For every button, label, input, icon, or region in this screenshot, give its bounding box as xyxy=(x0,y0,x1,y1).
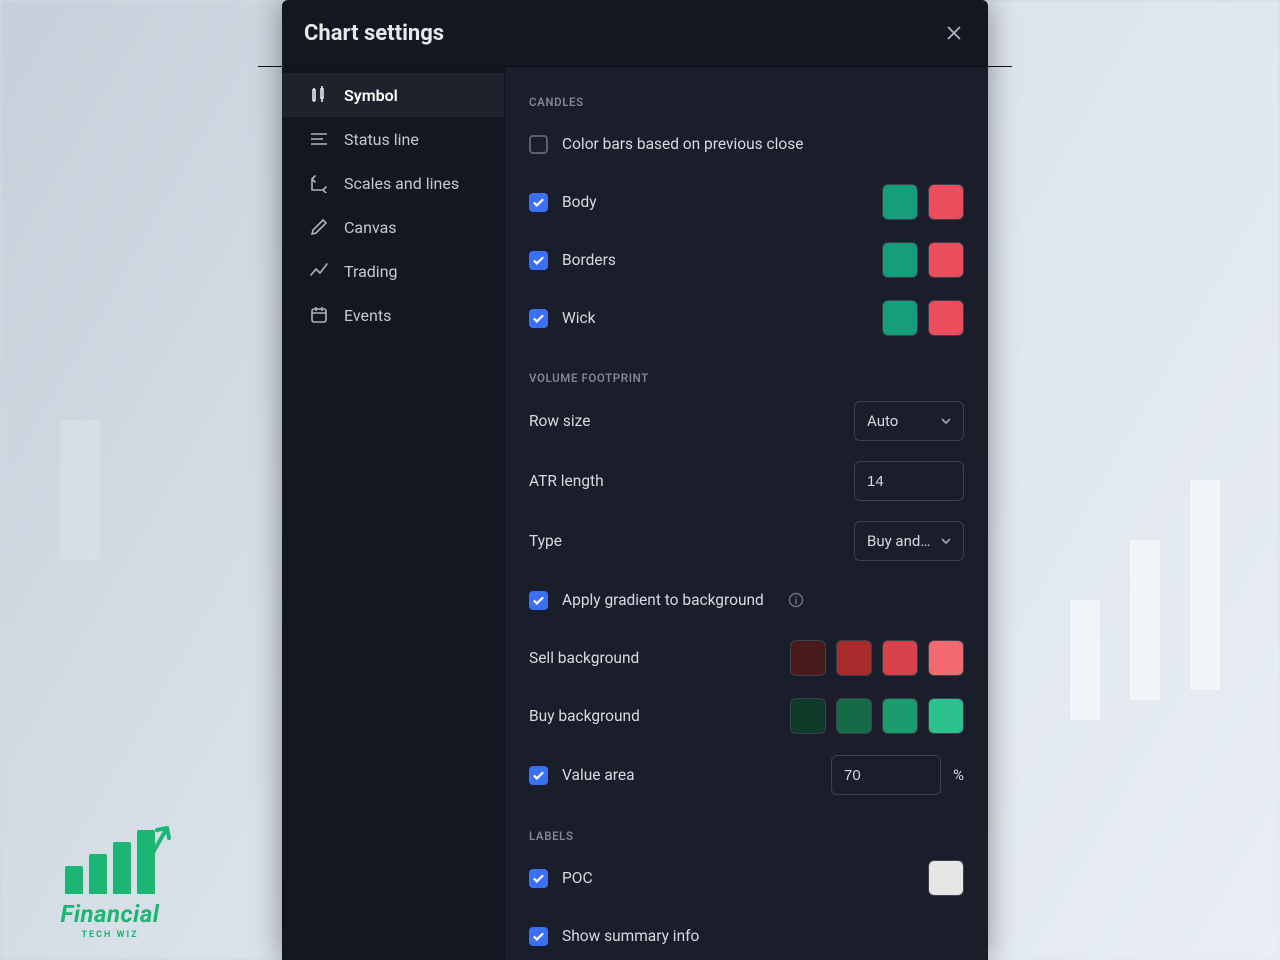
unit-percent: % xyxy=(953,766,964,784)
color-wick-down[interactable] xyxy=(928,300,964,336)
sidebar-item-label: Events xyxy=(344,306,391,325)
label-poc: POC xyxy=(562,869,593,887)
chart-settings-modal: Chart settings Symbol Status line xyxy=(282,0,988,960)
checkbox-borders[interactable] xyxy=(529,251,548,270)
label-body: Body xyxy=(562,193,597,211)
label-wick: Wick xyxy=(562,309,596,327)
logo-text-primary: Financial xyxy=(61,900,160,928)
color-body-up[interactable] xyxy=(882,184,918,220)
sidebar-item-trading[interactable]: Trading xyxy=(282,249,504,293)
input-atr-length[interactable] xyxy=(854,461,964,501)
label-borders: Borders xyxy=(562,251,616,269)
sidebar-item-label: Symbol xyxy=(344,86,398,105)
select-row-size[interactable]: Auto xyxy=(854,401,964,441)
candles-icon xyxy=(308,85,330,105)
sidebar-item-canvas[interactable]: Canvas xyxy=(282,205,504,249)
color-borders-down[interactable] xyxy=(928,242,964,278)
color-sell-bg-1[interactable] xyxy=(790,640,826,676)
color-buy-bg-3[interactable] xyxy=(882,698,918,734)
label-buy-bg: Buy background xyxy=(529,707,640,725)
checkbox-color-bars-prev-close[interactable] xyxy=(529,135,548,154)
row-poc: POC xyxy=(529,859,964,897)
color-buy-bg-1[interactable] xyxy=(790,698,826,734)
label-apply-gradient: Apply gradient to background xyxy=(562,591,764,609)
color-poc[interactable] xyxy=(928,860,964,896)
row-color-bars-prev-close: Color bars based on previous close xyxy=(529,125,964,163)
color-body-down[interactable] xyxy=(928,184,964,220)
sidebar-item-events[interactable]: Events xyxy=(282,293,504,337)
label-show-summary: Show summary info xyxy=(562,927,699,945)
close-button[interactable] xyxy=(940,19,968,47)
label-row-size: Row size xyxy=(529,412,590,430)
label-value-area: Value area xyxy=(562,766,635,784)
color-buy-bg-2[interactable] xyxy=(836,698,872,734)
row-show-summary: Show summary info xyxy=(529,917,964,955)
arrow-up-icon xyxy=(147,820,173,860)
checkbox-body[interactable] xyxy=(529,193,548,212)
row-apply-gradient: Apply gradient to background xyxy=(529,581,964,619)
section-title-labels: LABELS xyxy=(529,829,964,843)
input-value-area[interactable] xyxy=(831,755,941,795)
sidebar-item-symbol[interactable]: Symbol xyxy=(282,73,504,117)
chevron-down-icon xyxy=(939,534,953,548)
label-type: Type xyxy=(529,532,562,550)
checkbox-value-area[interactable] xyxy=(529,766,548,785)
label-sell-bg: Sell background xyxy=(529,649,639,667)
row-atr-length: ATR length xyxy=(529,461,964,501)
color-buy-bg-4[interactable] xyxy=(928,698,964,734)
checkbox-wick[interactable] xyxy=(529,309,548,328)
checkbox-poc[interactable] xyxy=(529,869,548,888)
row-row-size: Row size Auto xyxy=(529,401,964,441)
chevron-down-icon xyxy=(939,414,953,428)
section-title-volume-footprint: VOLUME FOOTPRINT xyxy=(529,371,964,385)
color-sell-bg-4[interactable] xyxy=(928,640,964,676)
sidebar-item-label: Scales and lines xyxy=(344,174,459,193)
color-sell-bg-2[interactable] xyxy=(836,640,872,676)
sidebar-item-status-line[interactable]: Status line xyxy=(282,117,504,161)
select-value: Buy and … xyxy=(867,532,933,550)
modal-body: Symbol Status line Scales and lines Canv… xyxy=(282,67,988,960)
checkbox-show-summary[interactable] xyxy=(529,927,548,946)
settings-content: CANDLES Color bars based on previous clo… xyxy=(504,67,988,960)
select-type[interactable]: Buy and … xyxy=(854,521,964,561)
row-type: Type Buy and … xyxy=(529,521,964,561)
row-buy-background: Buy background xyxy=(529,697,964,735)
sidebar-item-label: Status line xyxy=(344,130,419,149)
status-line-icon xyxy=(308,129,330,149)
logo-bars-icon xyxy=(65,830,155,894)
row-value-area: Value area % xyxy=(529,755,964,795)
row-wick: Wick xyxy=(529,299,964,337)
sell-bg-swatches xyxy=(790,640,964,676)
label-atr-length: ATR length xyxy=(529,472,604,490)
canvas-icon xyxy=(308,217,330,237)
logo-text-secondary: TECH WIZ xyxy=(81,930,138,940)
events-icon xyxy=(308,305,330,325)
checkbox-apply-gradient[interactable] xyxy=(529,591,548,610)
buy-bg-swatches xyxy=(790,698,964,734)
color-sell-bg-3[interactable] xyxy=(882,640,918,676)
scales-icon xyxy=(308,173,330,193)
section-title-candles: CANDLES xyxy=(529,95,964,109)
modal-header: Chart settings xyxy=(282,0,988,66)
row-sell-background: Sell background xyxy=(529,639,964,677)
bg-decoration xyxy=(1190,480,1220,690)
row-body: Body xyxy=(529,183,964,221)
bg-decoration xyxy=(1130,540,1160,700)
color-wick-up[interactable] xyxy=(882,300,918,336)
label-color-bars-prev-close: Color bars based on previous close xyxy=(562,135,803,153)
modal-title: Chart settings xyxy=(304,21,444,46)
select-value: Auto xyxy=(867,412,933,430)
sidebar-item-scales[interactable]: Scales and lines xyxy=(282,161,504,205)
bg-decoration xyxy=(1070,600,1100,720)
sidebar-item-label: Canvas xyxy=(344,218,397,237)
close-icon xyxy=(945,24,963,42)
info-icon[interactable] xyxy=(788,592,804,608)
brand-logo: Financial TECH WIZ xyxy=(30,830,190,940)
row-borders: Borders xyxy=(529,241,964,279)
settings-sidebar: Symbol Status line Scales and lines Canv… xyxy=(282,67,504,960)
sidebar-item-label: Trading xyxy=(344,262,398,281)
color-borders-up[interactable] xyxy=(882,242,918,278)
bg-decoration xyxy=(60,420,100,560)
trading-icon xyxy=(308,261,330,281)
